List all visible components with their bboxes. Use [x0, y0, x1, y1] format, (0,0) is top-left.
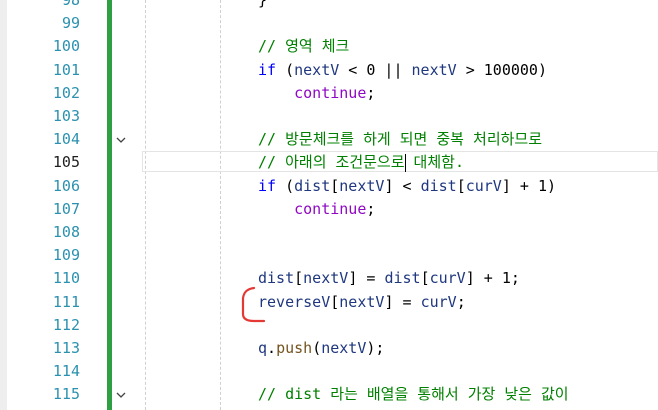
line-number: 112	[52, 315, 80, 334]
code-line[interactable]: 115 // dist 라는 배열을 통해서 가장 낮은 값이	[0, 383, 658, 406]
token-variable: dist	[258, 269, 295, 288]
line-number: 108	[52, 223, 80, 241]
code-line[interactable]: 100 // 영역 체크	[0, 35, 658, 58]
code-line[interactable]: 109	[0, 244, 658, 267]
line-number: 115	[52, 385, 80, 404]
line-number: 98	[61, 0, 80, 9]
token-variable: nextV	[303, 269, 349, 288]
code-editor[interactable]: 98 } 99 100 // 영역 체크 101 if (nextV < 0 |…	[0, 0, 658, 410]
code-line[interactable]: 101 if (nextV < 0 || nextV > 100000)	[0, 59, 658, 82]
line-number: 104	[52, 130, 80, 149]
line-text: if (dist[nextV] < dist[curV] + 1)	[258, 176, 557, 195]
line-text: continue;	[294, 199, 376, 218]
code-line[interactable]: 112	[0, 314, 658, 337]
line-number: 109	[52, 246, 80, 265]
line-number: 101	[52, 60, 80, 79]
line-text: if (nextV < 0 || nextV > 100000)	[258, 60, 547, 79]
line-number: 106	[52, 176, 80, 195]
token-variable: nextV	[339, 292, 385, 311]
token-keyword: if	[258, 176, 277, 195]
token-variable: curV	[420, 292, 457, 311]
token-variable: dist	[294, 176, 331, 195]
code-line-active[interactable]: 105 // 아래의 조건문으로 대체함.	[0, 151, 658, 174]
chevron-down-icon[interactable]	[114, 383, 128, 406]
token-variable: dist	[384, 269, 421, 288]
line-text: q.push(nextV);	[258, 339, 385, 357]
code-line[interactable]: 98 }	[0, 0, 658, 12]
line-number: 110	[52, 269, 80, 288]
token-function: push	[276, 339, 313, 357]
code-line[interactable]: 106 if (dist[nextV] < dist[curV] + 1)	[0, 175, 658, 198]
closing-brace: }	[258, 0, 268, 9]
token-variable: nextV	[339, 176, 385, 195]
line-text: reverseV[nextV] = curV;	[258, 292, 466, 311]
chevron-down-icon[interactable]	[114, 128, 128, 151]
line-number: 102	[52, 83, 80, 102]
comment-text: // 아래의 조건문으로 대체함.	[258, 153, 464, 172]
comment-text: // 방문체크를 하게 되면 중복 처리하므로	[258, 130, 543, 149]
line-number: 103	[52, 107, 80, 125]
code-line[interactable]: 103	[0, 105, 658, 128]
token-variable: curV	[429, 269, 466, 288]
line-number: 105	[52, 153, 80, 172]
code-line[interactable]: 116 //	[0, 407, 658, 410]
red-bracket-annotation	[241, 286, 266, 323]
code-line[interactable]: 102 continue;	[0, 82, 658, 105]
code-line[interactable]: 104 // 방문체크를 하게 되면 중복 처리하므로	[0, 128, 658, 151]
line-number: 113	[52, 339, 80, 357]
token-variable: curV	[465, 176, 502, 195]
token-variable: nextV	[411, 60, 457, 79]
token-keyword: if	[258, 60, 277, 79]
code-line[interactable]: 99	[0, 12, 658, 35]
line-text: continue;	[294, 83, 376, 102]
line-text: }	[258, 0, 267, 12]
line-text: dist[nextV] = dist[curV] + 1;	[258, 269, 520, 288]
token-variable: q	[258, 339, 268, 357]
token-control: continue	[294, 199, 367, 218]
line-number: 107	[52, 199, 80, 218]
code-line[interactable]: 108	[0, 221, 658, 244]
text-caret	[405, 154, 406, 173]
comment-text: //	[258, 407, 276, 410]
token-variable: nextV	[294, 60, 340, 79]
comment-text: // 영역 체크	[258, 37, 350, 56]
token-variable: nextV	[321, 339, 367, 357]
code-line[interactable]: 113 q.push(nextV);	[0, 337, 658, 360]
code-line[interactable]: 110 dist[nextV] = dist[curV] + 1;	[0, 267, 658, 290]
code-line[interactable]: 111 reverseV[nextV] = curV;	[0, 291, 658, 314]
token-variable: dist	[420, 176, 457, 195]
line-number: 111	[52, 292, 80, 311]
code-line[interactable]: 107 continue;	[0, 198, 658, 221]
line-number: 100	[52, 37, 80, 56]
line-number: 99	[61, 14, 80, 33]
token-control: continue	[294, 83, 367, 102]
line-number: 116	[7, 407, 80, 410]
comment-text: // dist 라는 배열을 통해서 가장 낮은 값이	[258, 385, 569, 404]
line-number: 114	[52, 362, 80, 381]
code-line[interactable]: 114	[0, 360, 658, 383]
